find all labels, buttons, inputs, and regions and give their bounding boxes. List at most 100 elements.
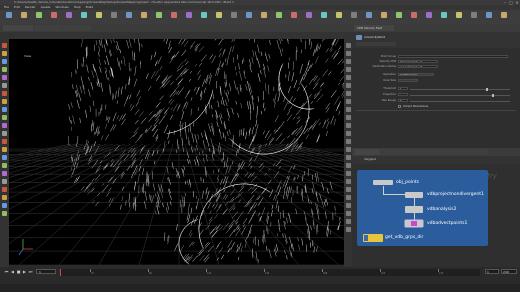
viewport-tool-icon[interactable]: [2, 139, 7, 144]
display-option-icon[interactable]: [345, 219, 351, 224]
menu-assets[interactable]: Assets: [41, 5, 51, 9]
param-slider-max-range[interactable]: [410, 100, 510, 102]
tab-network-1[interactable]: [354, 149, 380, 155]
param-slider-knob-threshold[interactable]: [486, 87, 488, 91]
network-path[interactable]: /obj/geo1: [364, 158, 376, 161]
menu-edit[interactable]: Edit: [14, 5, 20, 9]
shelf-tool-icon[interactable]: [141, 12, 147, 18]
shelf-tool-icon[interactable]: [66, 12, 72, 18]
shelf-tool-icon[interactable]: [231, 12, 237, 18]
shelf-tool-icon[interactable]: [396, 12, 402, 18]
shelf-tool-icon[interactable]: [126, 12, 132, 18]
shelf-tool-icon[interactable]: [381, 12, 387, 18]
node-vdbanalysis2[interactable]: [405, 206, 423, 213]
tab-scene-view[interactable]: [3, 25, 33, 31]
display-option-icon[interactable]: [345, 171, 351, 176]
menu-build[interactable]: Build: [86, 5, 94, 9]
param-dropdown-operation[interactable]: Unit/Normalize: [398, 72, 434, 76]
display-option-icon[interactable]: [345, 147, 351, 152]
display-option-icon[interactable]: [345, 99, 351, 104]
viewport-tool-icon[interactable]: [2, 147, 7, 152]
param-field-point-group[interactable]: [398, 54, 508, 58]
display-option-icon[interactable]: [345, 155, 351, 160]
viewport-tool-icon[interactable]: [2, 99, 7, 104]
viewport-tool-icon[interactable]: [2, 187, 7, 192]
display-option-icon[interactable]: [345, 51, 351, 56]
shelf-tool-icon[interactable]: [51, 12, 57, 18]
shelf-tool-icon[interactable]: [36, 12, 42, 18]
network-editor[interactable]: Geometry obj_points vdbprojectnondiverge…: [352, 164, 520, 267]
param-field-threshold[interactable]: 1: [398, 86, 408, 90]
viewport-tool-icon[interactable]: [2, 83, 7, 88]
viewport-tool-icon[interactable]: [2, 211, 7, 216]
viewport-tool-icon[interactable]: [2, 163, 7, 168]
node-get-vdb-grps-dir[interactable]: [363, 234, 383, 242]
shelf-tool-icon[interactable]: [441, 12, 447, 18]
shelf-tool-icon[interactable]: [321, 12, 327, 18]
viewport-tool-icon[interactable]: [2, 51, 7, 56]
parameter-subtab[interactable]: [356, 42, 396, 46]
display-option-icon[interactable]: [345, 75, 351, 80]
jump-end-icon[interactable]: ⏭: [28, 269, 33, 274]
menu-file[interactable]: File: [4, 5, 9, 9]
viewport-tool-icon[interactable]: [2, 91, 7, 96]
viewport-tool-icon[interactable]: [2, 67, 7, 72]
jump-start-icon[interactable]: ⏮: [4, 269, 9, 274]
node-vdbadvectpoints1[interactable]: [405, 220, 423, 227]
shelf-tool-icon[interactable]: [171, 12, 177, 18]
display-option-icon[interactable]: [345, 67, 351, 72]
shelf-tool-icon[interactable]: [306, 12, 312, 18]
shelf-tool-icon[interactable]: [471, 12, 477, 18]
menu-windows[interactable]: Windows: [55, 5, 68, 9]
tab-asset-browser[interactable]: [462, 149, 488, 155]
display-option-icon[interactable]: [345, 83, 351, 88]
viewport-tool-icon[interactable]: [2, 107, 7, 112]
shelf-tool-icon[interactable]: [186, 12, 192, 18]
display-option-icon[interactable]: [345, 195, 351, 200]
shelf-tool-icon[interactable]: [216, 12, 222, 18]
param-slider-threshold[interactable]: [410, 88, 510, 90]
shelf-tool-icon[interactable]: [6, 12, 12, 18]
menu-render[interactable]: Render: [25, 5, 36, 9]
node-obj-points[interactable]: [373, 180, 393, 185]
display-option-icon[interactable]: [345, 187, 351, 192]
tab-composite-view[interactable]: [63, 25, 91, 31]
end-frame-field[interactable]: 240: [501, 269, 517, 274]
playhead[interactable]: [60, 269, 61, 276]
current-frame-field[interactable]: 1: [36, 269, 56, 274]
output-streamlines-checkbox[interactable]: [398, 105, 401, 108]
display-option-icon[interactable]: [345, 211, 351, 216]
stop-icon[interactable]: ■: [16, 269, 21, 274]
viewport-tool-icon[interactable]: [2, 131, 7, 136]
shelf-tool-icon[interactable]: [96, 12, 102, 18]
viewport-tool-icon[interactable]: [2, 203, 7, 208]
viewport-tool-icon[interactable]: [2, 155, 7, 160]
shelf-tool-icon[interactable]: [426, 12, 432, 18]
tab-tree-view[interactable]: [408, 149, 434, 155]
shelf-tool-icon[interactable]: [411, 12, 417, 18]
shelf-tool-icon[interactable]: [486, 12, 492, 18]
viewport-tool-icon[interactable]: [2, 75, 7, 80]
display-option-icon[interactable]: [345, 203, 351, 208]
shelf-tool-icon[interactable]: [336, 12, 342, 18]
step-back-icon[interactable]: ◀: [10, 269, 15, 274]
shelf-tool-icon[interactable]: [501, 12, 507, 18]
param-slider-knob-projection[interactable]: [492, 93, 494, 97]
timeline-bar[interactable]: 72 96 120 144 168 192 216: [60, 269, 480, 276]
shelf-tool-icon[interactable]: [276, 12, 282, 18]
display-option-icon[interactable]: [345, 227, 351, 232]
menu-help[interactable]: Help: [74, 5, 81, 9]
display-option-icon[interactable]: [345, 107, 351, 112]
tab-material-palette[interactable]: [435, 149, 461, 155]
display-option-icon[interactable]: [345, 115, 351, 120]
display-option-icon[interactable]: [345, 59, 351, 64]
scene-viewport[interactable]: View: [9, 39, 344, 265]
param-field-destination-name[interactable]: vel_name=vel_out: [398, 64, 438, 68]
display-option-icon[interactable]: [345, 91, 351, 96]
param-slider-projection[interactable]: [410, 94, 510, 96]
shelf-tool-icon[interactable]: [201, 12, 207, 18]
shelf-tool-icon[interactable]: [351, 12, 357, 18]
viewport-tool-icon[interactable]: [2, 171, 7, 176]
display-option-icon[interactable]: [345, 139, 351, 144]
viewport-tool-icon[interactable]: [2, 195, 7, 200]
